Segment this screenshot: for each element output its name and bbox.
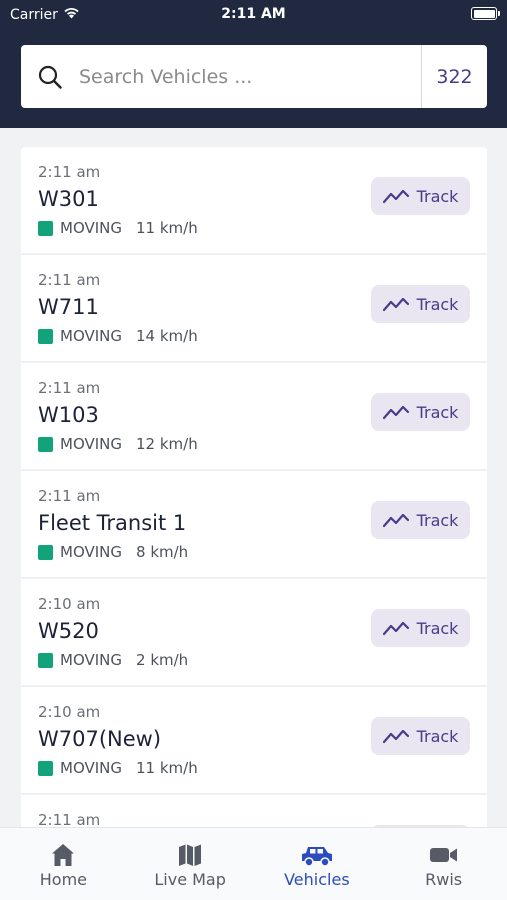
track-button[interactable]: Track — [371, 177, 470, 215]
tab-label: Rwis — [425, 870, 463, 889]
vehicle-speed: 8 km/h — [136, 543, 189, 561]
track-button[interactable]: Track — [371, 285, 470, 323]
vehicle-name: Fleet Transit 1 — [38, 511, 187, 535]
track-label: Track — [416, 726, 459, 746]
status-indicator — [38, 436, 53, 452]
tab-live-map[interactable]: Live Map — [127, 828, 254, 900]
battery-icon — [471, 7, 500, 20]
vehicle-time: 2:10 am — [38, 595, 101, 613]
status-time: 2:11 AM — [221, 6, 286, 22]
vehicle-speed: 12 km/h — [136, 435, 198, 453]
status-indicator — [38, 652, 53, 668]
vehicle-speed: 2 km/h — [136, 651, 189, 669]
truck-icon — [300, 840, 334, 870]
status-indicator — [38, 220, 53, 236]
status-label: MOVING — [60, 759, 123, 777]
vehicle-status: MOVING 11 km/h — [38, 759, 198, 777]
status-label: MOVING — [60, 435, 123, 453]
track-button[interactable]: Track — [371, 609, 470, 647]
vehicle-time: 2:11 am — [38, 811, 101, 827]
vehicle-list[interactable]: 2:11 am W301 MOVING 11 km/h Track 2:11 a… — [21, 147, 487, 827]
track-label: Track — [416, 186, 459, 206]
search-bar: 322 — [21, 45, 487, 108]
tab-label: Vehicles — [284, 870, 350, 889]
tab-rwis[interactable]: Rwis — [380, 828, 507, 900]
search-input[interactable] — [79, 45, 421, 108]
trend-line-icon — [382, 189, 409, 204]
vehicle-row[interactable]: 2:10 am W520 MOVING 2 km/h Track — [21, 579, 487, 687]
track-label: Track — [416, 402, 459, 422]
vehicle-status: MOVING 14 km/h — [38, 327, 198, 345]
track-label: Track — [416, 294, 459, 314]
trend-line-icon — [382, 513, 409, 528]
vehicle-row[interactable]: 2:11 am W103 MOVING 12 km/h Track — [21, 363, 487, 471]
trend-line-icon — [382, 729, 409, 744]
tab-home[interactable]: Home — [0, 828, 127, 900]
vehicle-row[interactable]: 2:11 am Fleet Transit 1 MOVING 8 km/h Tr… — [21, 471, 487, 579]
video-camera-icon — [429, 840, 459, 870]
map-icon — [177, 840, 203, 870]
vehicle-row[interactable]: 2:10 am W707(New) MOVING 11 km/h Track — [21, 687, 487, 795]
track-button[interactable]: Track — [371, 717, 470, 755]
track-button[interactable]: Track — [371, 393, 470, 431]
status-indicator — [38, 544, 53, 560]
status-label: MOVING — [60, 327, 123, 345]
vehicle-name: W707(New) — [38, 727, 162, 751]
vehicle-status: MOVING 2 km/h — [38, 651, 188, 669]
status-label: MOVING — [60, 543, 123, 561]
bottom-tab-bar: Home Live Map Vehicles Rwis — [0, 827, 507, 900]
status-bar: Carrier 2:11 AM — [0, 0, 507, 30]
vehicle-time: 2:11 am — [38, 271, 101, 289]
status-label: MOVING — [60, 219, 123, 237]
status-label: MOVING — [60, 651, 123, 669]
vehicle-status: MOVING 12 km/h — [38, 435, 198, 453]
vehicle-status: MOVING 8 km/h — [38, 543, 188, 561]
trend-line-icon — [382, 621, 409, 636]
tab-label: Home — [39, 870, 87, 889]
search-icon — [21, 65, 79, 89]
app-header: Carrier 2:11 AM 322 — [0, 0, 507, 128]
status-indicator — [38, 760, 53, 776]
tab-vehicles[interactable]: Vehicles — [254, 828, 381, 900]
vehicle-name: W301 — [38, 187, 99, 211]
vehicle-name: W103 — [38, 403, 99, 427]
trend-line-icon — [382, 297, 409, 312]
vehicle-row[interactable]: 2:11 am W301 MOVING 11 km/h Track — [21, 147, 487, 255]
status-indicator — [38, 328, 53, 344]
vehicle-time: 2:11 am — [38, 379, 101, 397]
track-label: Track — [416, 618, 459, 638]
track-label: Track — [416, 510, 459, 530]
tab-label: Live Map — [154, 870, 226, 889]
vehicle-status: MOVING 11 km/h — [38, 219, 198, 237]
vehicle-time: 2:11 am — [38, 163, 101, 181]
vehicle-time: 2:11 am — [38, 487, 101, 505]
vehicle-name: W711 — [38, 295, 99, 319]
vehicle-count: 322 — [421, 45, 487, 108]
home-icon — [50, 840, 76, 870]
vehicle-time: 2:10 am — [38, 703, 101, 721]
vehicle-row[interactable]: 2:11 am W711 MOVING 14 km/h Track — [21, 255, 487, 363]
vehicle-name: W520 — [38, 619, 99, 643]
track-button[interactable]: Track — [371, 501, 470, 539]
vehicle-speed: 11 km/h — [136, 219, 198, 237]
vehicle-speed: 14 km/h — [136, 327, 198, 345]
trend-line-icon — [382, 405, 409, 420]
vehicle-speed: 11 km/h — [136, 759, 198, 777]
vehicle-row[interactable]: 2:11 am — [21, 795, 487, 827]
